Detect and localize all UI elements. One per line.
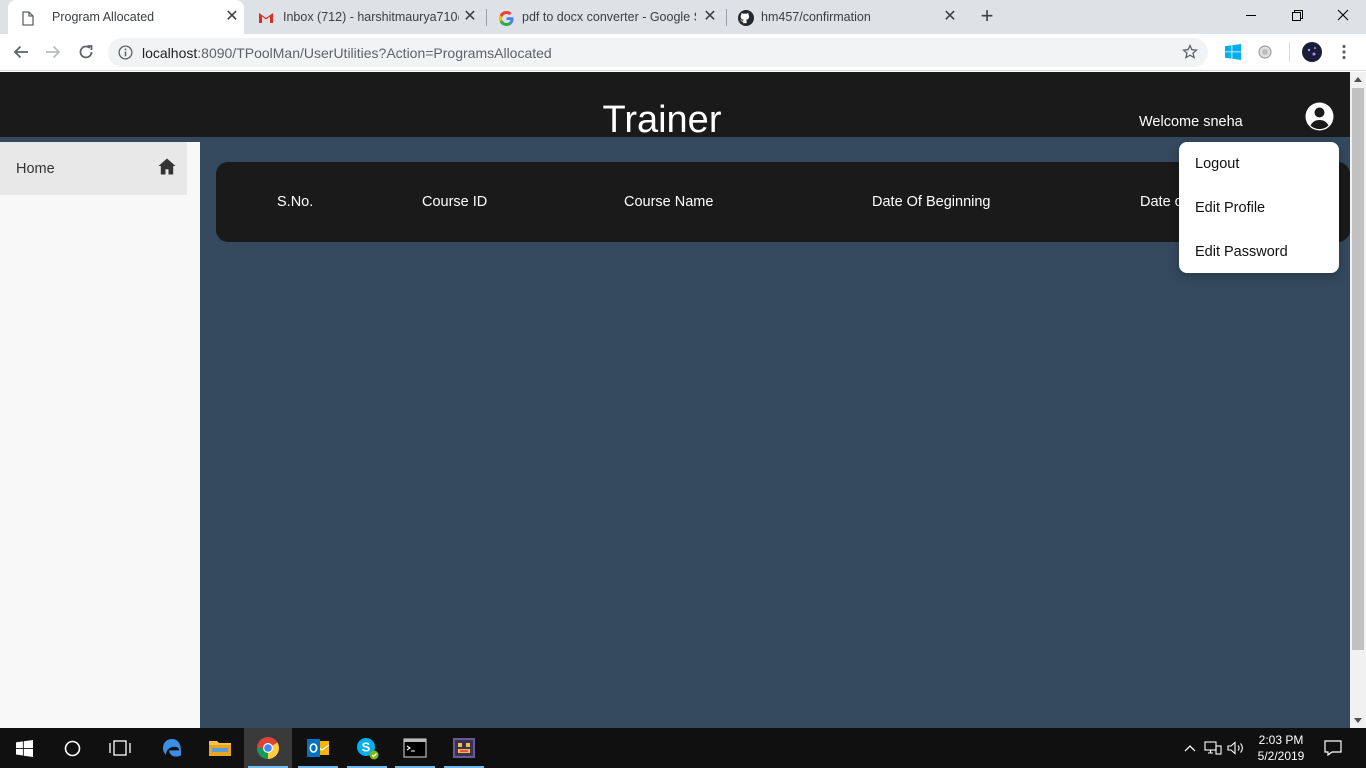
site-header: Trainer Welcome sneha bbox=[0, 72, 1350, 141]
network-icon[interactable] bbox=[1203, 738, 1223, 758]
file-explorer-taskbar-button[interactable] bbox=[196, 728, 244, 768]
tab-title: hm457/confirmation bbox=[761, 10, 871, 24]
back-arrow-icon bbox=[13, 45, 28, 59]
app-taskbar-button[interactable] bbox=[440, 728, 488, 768]
back-button[interactable] bbox=[9, 40, 33, 64]
url-path: :8090/TPoolMan/UserUtilities?Action=Prog… bbox=[197, 45, 552, 61]
browser-toolbar: localhost:8090/TPoolMan/UserUtilities?Ac… bbox=[0, 34, 1366, 71]
minimize-button[interactable] bbox=[1228, 0, 1274, 30]
outlook-taskbar-button[interactable] bbox=[294, 728, 342, 768]
taskbar-clock[interactable]: 2:03 PM 5/2/2019 bbox=[1256, 732, 1306, 764]
skype-taskbar-button[interactable]: S bbox=[343, 728, 391, 768]
new-tab-button[interactable]: + bbox=[976, 5, 998, 28]
welcome-text: Welcome sneha bbox=[1139, 114, 1243, 130]
chrome-icon bbox=[257, 737, 279, 759]
application-icon bbox=[453, 738, 475, 758]
skype-icon: S bbox=[357, 738, 379, 760]
sidebar: Home bbox=[0, 142, 200, 728]
url-text[interactable]: localhost:8090/TPoolMan/UserUtilities?Ac… bbox=[142, 45, 552, 61]
reload-icon bbox=[79, 45, 93, 59]
home-icon bbox=[158, 158, 176, 175]
page-icon bbox=[20, 10, 36, 26]
svg-text:S: S bbox=[362, 740, 371, 755]
user-account-icon[interactable] bbox=[1305, 102, 1334, 131]
sidebar-item-home[interactable]: Home bbox=[0, 142, 187, 195]
scroll-down-arrow-icon[interactable] bbox=[1354, 718, 1362, 723]
terminal-icon bbox=[403, 738, 427, 758]
menu-kebab-icon[interactable] bbox=[1334, 42, 1354, 62]
address-bar[interactable]: localhost:8090/TPoolMan/UserUtilities?Ac… bbox=[108, 38, 1208, 67]
volume-icon[interactable] bbox=[1226, 738, 1246, 758]
close-window-button[interactable] bbox=[1320, 0, 1366, 30]
close-tab-icon[interactable]: ✕ bbox=[462, 9, 478, 25]
column-header-course-name: Course Name bbox=[624, 194, 714, 210]
info-icon[interactable] bbox=[118, 45, 133, 65]
clock-time: 2:03 PM bbox=[1258, 733, 1304, 747]
action-center-icon[interactable] bbox=[1323, 738, 1343, 758]
clock-date: 5/2/2019 bbox=[1257, 749, 1305, 763]
page-title: Trainer bbox=[602, 99, 722, 141]
edit-password-menu-item[interactable]: Edit Password bbox=[1195, 244, 1288, 260]
google-icon bbox=[498, 10, 514, 26]
browser-tab-strip: Program Allocated ✕ Inbox (712) - harshi… bbox=[0, 0, 1366, 34]
task-view-icon bbox=[109, 740, 131, 756]
close-tab-icon[interactable]: ✕ bbox=[942, 9, 958, 25]
web-page: Trainer Welcome sneha Home S.No. Course … bbox=[0, 72, 1350, 728]
tab-title: Inbox (712) - harshitmaurya710@ bbox=[283, 10, 459, 24]
restore-button[interactable] bbox=[1274, 0, 1320, 30]
scrollbar-thumb[interactable] bbox=[1352, 88, 1364, 650]
task-view-button[interactable] bbox=[96, 728, 144, 768]
edit-profile-menu-item[interactable]: Edit Profile bbox=[1195, 200, 1265, 216]
user-dropdown-menu: Logout Edit Profile Edit Password bbox=[1179, 142, 1339, 273]
edge-taskbar-button[interactable] bbox=[148, 728, 196, 768]
toolbar-divider bbox=[1289, 42, 1290, 62]
folder-icon bbox=[209, 741, 231, 756]
gmail-icon bbox=[258, 10, 274, 26]
tab-title: pdf to docx converter - Google S bbox=[522, 10, 696, 24]
column-header-sno: S.No. bbox=[277, 194, 314, 210]
extension-circle-icon[interactable] bbox=[1255, 42, 1275, 62]
outlook-icon bbox=[307, 739, 330, 757]
chrome-taskbar-button[interactable] bbox=[244, 728, 292, 768]
cortana-search-icon bbox=[64, 740, 80, 756]
logout-menu-item[interactable]: Logout bbox=[1195, 156, 1239, 172]
column-header-date-of-beginning: Date Of Beginning bbox=[872, 194, 991, 210]
tab-google[interactable]: pdf to docx converter - Google S ✕ bbox=[486, 0, 722, 34]
forward-button[interactable] bbox=[41, 40, 65, 64]
tab-github[interactable]: hm457/confirmation ✕ bbox=[726, 0, 962, 34]
reload-button[interactable] bbox=[74, 40, 98, 64]
windows-extension-icon[interactable] bbox=[1223, 42, 1243, 62]
scroll-up-arrow-icon[interactable] bbox=[1354, 77, 1362, 82]
tab-gmail[interactable]: Inbox (712) - harshitmaurya710@ ✕ bbox=[246, 0, 482, 34]
column-header-course-id: Course ID bbox=[422, 194, 488, 210]
edge-icon bbox=[163, 739, 181, 757]
sidebar-item-label: Home bbox=[16, 161, 55, 177]
tab-title: Program Allocated bbox=[52, 10, 155, 24]
search-button[interactable] bbox=[48, 728, 96, 768]
command-prompt-taskbar-button[interactable] bbox=[391, 728, 439, 768]
profile-avatar-icon[interactable] bbox=[1302, 42, 1322, 62]
bookmark-star-icon[interactable] bbox=[1181, 43, 1199, 65]
page-scrollbar[interactable] bbox=[1350, 72, 1366, 728]
show-hidden-icons-chevron-icon[interactable] bbox=[1180, 738, 1200, 758]
forward-arrow-icon bbox=[46, 45, 61, 59]
close-tab-icon[interactable]: ✕ bbox=[702, 9, 718, 25]
url-host: localhost bbox=[142, 45, 198, 61]
tab-program-allocated[interactable]: Program Allocated ✕ bbox=[8, 0, 244, 34]
close-tab-icon[interactable]: ✕ bbox=[224, 9, 240, 25]
github-icon bbox=[738, 10, 754, 26]
windows-taskbar: S 2:03 PM 5/2/2019 bbox=[0, 728, 1366, 768]
windows-start-icon bbox=[15, 739, 33, 757]
start-button[interactable] bbox=[0, 728, 48, 768]
